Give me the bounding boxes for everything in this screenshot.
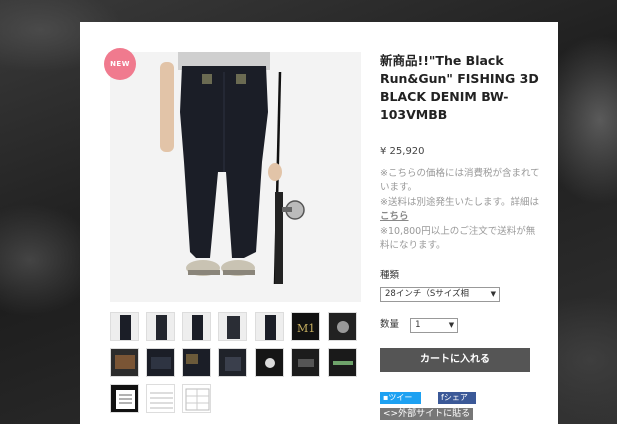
- jeans-model-photo: [110, 52, 361, 302]
- tax-note: ※こちらの価格には消費税が含まれています。: [380, 168, 540, 193]
- thumbnail-4[interactable]: [218, 312, 247, 341]
- quantity-label: 数量: [380, 319, 400, 330]
- embed-external-button[interactable]: <>外部サイトに貼る: [380, 408, 474, 420]
- quantity-group: 数量 1 ▼: [380, 312, 540, 333]
- share-label: シェア: [443, 393, 468, 402]
- thumbnail-12[interactable]: [255, 348, 284, 377]
- thumbnail-10[interactable]: [182, 348, 211, 377]
- thumbnail-7[interactable]: [328, 312, 357, 341]
- thumbnail-3[interactable]: [182, 312, 211, 341]
- thumbnail-5[interactable]: [255, 312, 284, 341]
- add-to-cart-button[interactable]: カートに入れる: [380, 348, 530, 372]
- chevron-down-icon: ▼: [490, 290, 496, 298]
- thumbnail-17[interactable]: [182, 384, 211, 413]
- new-badge: NEW: [104, 48, 136, 80]
- thumbnail-16[interactable]: [146, 384, 175, 413]
- product-card: NEW M1 新商品!!"The Black Run&Gun" FISHING …: [80, 22, 558, 424]
- thumbnail-14[interactable]: [328, 348, 357, 377]
- quantity-select-value: 1: [415, 320, 421, 330]
- variant-label: 種類: [380, 270, 400, 281]
- variant-select[interactable]: 28インチ（Sサイズ相 ▼: [380, 287, 500, 302]
- svg-text:M1: M1: [297, 322, 315, 335]
- price-notes: ※こちらの価格には消費税が含まれています。 ※送料は別途発生いたします。詳細はこ…: [380, 167, 540, 253]
- tweet-button[interactable]: ▪ツイート: [380, 392, 421, 404]
- quantity-select[interactable]: 1 ▼: [410, 318, 459, 333]
- product-info: 新商品!!"The Black Run&Gun" FISHING 3D BLAC…: [380, 52, 540, 333]
- chevron-down-icon: ▼: [448, 321, 455, 329]
- variant-select-value: 28インチ（Sサイズ相: [385, 289, 469, 299]
- product-price: ¥ 25,920: [380, 146, 425, 157]
- facebook-share-button[interactable]: fシェア: [438, 392, 476, 404]
- shipping-details-link[interactable]: こちら: [380, 211, 409, 222]
- tweet-label: ツイート: [388, 393, 413, 402]
- thumbnail-2[interactable]: [146, 312, 175, 341]
- thumbnail-8[interactable]: [110, 348, 139, 377]
- variant-group: 種類 28インチ（Sサイズ相 ▼: [380, 267, 540, 302]
- thumbnail-9[interactable]: [146, 348, 175, 377]
- product-title: 新商品!!"The Black Run&Gun" FISHING 3D BLAC…: [380, 53, 539, 122]
- free-shipping-note: ※10,800円以上のご注文で送料が無料になります。: [380, 226, 536, 251]
- thumbnail-6[interactable]: M1: [291, 312, 320, 341]
- shipping-note: ※送料は別途発生いたします。詳細はこちら: [380, 196, 540, 224]
- thumbnail-1[interactable]: [110, 312, 139, 341]
- main-product-photo[interactable]: [110, 52, 361, 302]
- thumbnail-15[interactable]: [110, 384, 139, 413]
- shipping-note-text: ※送料は別途発生いたします。詳細は: [380, 197, 540, 208]
- thumbnail-13[interactable]: [291, 348, 320, 377]
- thumbnail-11[interactable]: [218, 348, 247, 377]
